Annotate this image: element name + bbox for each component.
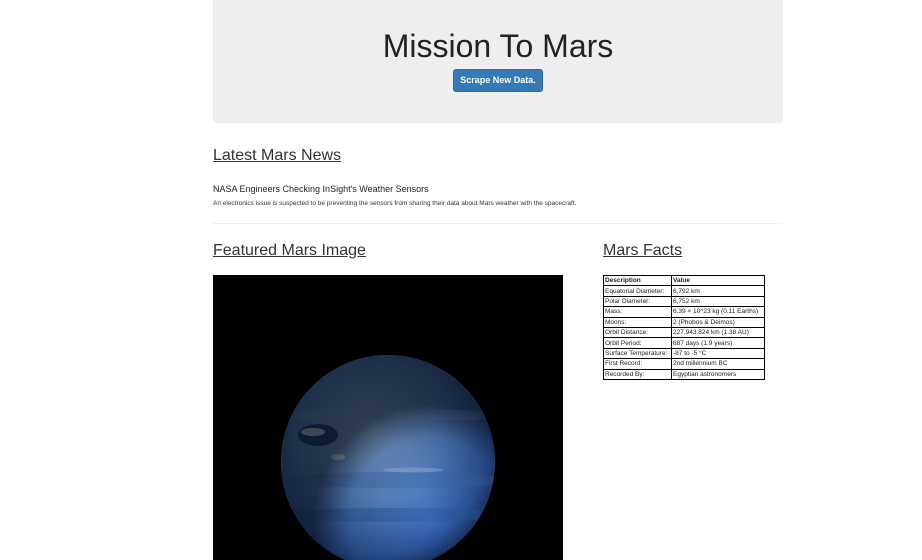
fact-value: Egyptian astronomers (671, 368, 765, 380)
fact-description: First Record: (603, 358, 672, 370)
fact-value: -87 to -5 °C (671, 347, 765, 360)
fact-description: Recorded By: (603, 368, 672, 380)
planet-image (213, 275, 563, 560)
news-headline: NASA Engineers Checking InSight's Weathe… (213, 184, 429, 194)
fact-value: 2 (Phobos & Deimos) (671, 316, 765, 328)
table-row: Surface Temperature: -87 to -5 °C (603, 347, 765, 360)
fact-description: Equatorial Diameter: (603, 285, 672, 297)
fact-description: Polar Diameter: (603, 295, 672, 308)
table-row: Equatorial Diameter: 6,792 km (603, 285, 765, 297)
fact-description: Mass: (603, 306, 672, 318)
latest-news-heading: Latest Mars News (213, 147, 342, 164)
fact-description: Moons: (603, 316, 672, 328)
value-column-header: Value (671, 274, 765, 287)
page-title: Mission To Mars (382, 28, 614, 64)
featured-image-heading: Featured Mars Image (213, 242, 366, 259)
scrape-new-data-button[interactable]: Scrape New Data. (453, 69, 543, 92)
fact-value: 6,792 km (671, 285, 765, 297)
mars-facts-table: Description Value Equatorial Diameter: 6… (603, 274, 765, 380)
table-row: Polar Diameter: 6,752 km (603, 295, 765, 308)
fact-value: 2nd millennium BC (671, 358, 765, 370)
fact-value: 6.39 × 10^23 kg (0.11 Earths) (671, 306, 765, 318)
fact-description: Surface Temperature: (603, 347, 672, 360)
table-row: Orbit Distance: 227,943,824 km (1.38 AU) (603, 326, 765, 339)
section-divider (213, 223, 783, 224)
table-row: Mass: 6.39 × 10^23 kg (0.11 Earths) (603, 306, 765, 318)
fact-description: Orbit Period: (603, 337, 672, 349)
table-row: First Record: 2nd millennium BC (603, 358, 765, 370)
news-teaser: An electronics issue is suspected to be … (213, 200, 577, 207)
description-column-header: Description (603, 274, 672, 287)
table-header-row: Description Value (603, 274, 765, 287)
table-row: Recorded By: Egyptian astronomers (603, 368, 765, 380)
table-row: Moons: 2 (Phobos & Deimos) (603, 316, 765, 328)
mars-facts-heading: Mars Facts (603, 242, 683, 259)
fact-value: 687 days (1.9 years) (671, 337, 765, 349)
table-row: Orbit Period: 687 days (1.9 years) (603, 337, 765, 349)
fact-description: Orbit Distance: (603, 326, 672, 339)
fact-value: 227,943,824 km (1.38 AU) (671, 326, 765, 339)
featured-mars-image (213, 275, 563, 560)
header-jumbotron: Mission To Mars Scrape New Data. (213, 0, 783, 123)
fact-value: 6,752 km (671, 295, 765, 308)
